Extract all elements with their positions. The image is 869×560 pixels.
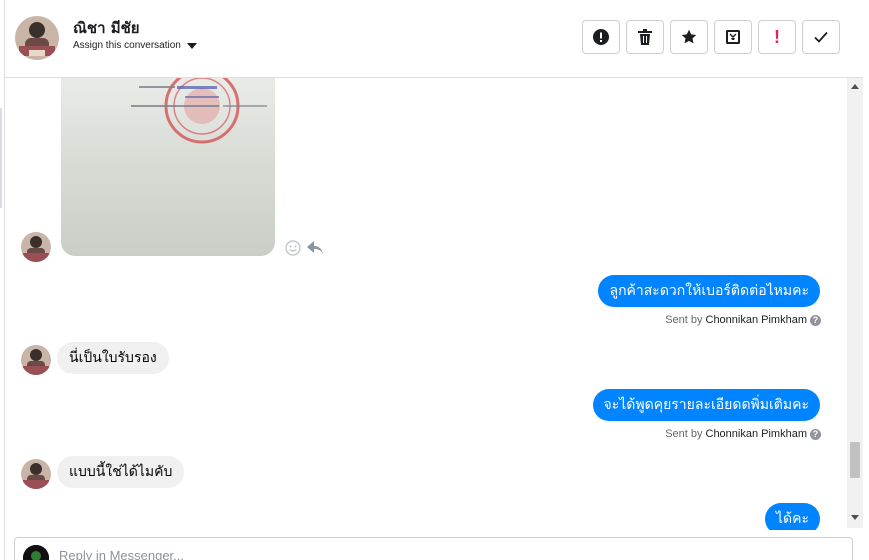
- rail-divider: [0, 108, 2, 208]
- emoji-reaction-icon[interactable]: [285, 240, 301, 256]
- message-thread: ลูกค้าสะดวกให้เบอร์ติดต่อไหมคะ Sent by C…: [5, 78, 847, 530]
- scroll-up-icon[interactable]: [851, 84, 859, 89]
- delete-button[interactable]: [626, 20, 664, 54]
- star-icon: [681, 29, 697, 44]
- contact-name: ณิชา มีชัย: [73, 19, 140, 37]
- assign-conversation-dropdown[interactable]: Assign this conversation: [73, 40, 197, 51]
- alert-circle-icon: [593, 29, 609, 45]
- incoming-message: แบบนี้ใช่ได้ไมคับ: [57, 456, 185, 488]
- star-button[interactable]: [670, 20, 708, 54]
- help-icon[interactable]: ?: [810, 314, 821, 326]
- image-attachment[interactable]: [61, 78, 275, 256]
- contact-avatar-small[interactable]: [21, 345, 51, 375]
- conversation-toolbar: !: [582, 20, 840, 54]
- incoming-message: นี่เป็นใบรับรอง: [57, 342, 169, 374]
- sent-by-label: Sent by: [665, 314, 703, 326]
- agent-name[interactable]: Chonnikan Pimkham: [706, 314, 808, 326]
- sent-by-line: Sent by Chonnikan Pimkham ?: [665, 428, 821, 440]
- reply-input[interactable]: [59, 548, 759, 560]
- outgoing-message: ลูกค้าสะดวกให้เบอร์ติดต่อไหมคะ: [598, 275, 820, 307]
- message-actions: [285, 240, 323, 256]
- outgoing-message: ได้คะ: [764, 503, 820, 530]
- follow-up-button[interactable]: !: [758, 20, 796, 54]
- mark-done-button[interactable]: [802, 20, 840, 54]
- outgoing-message: จะได้พูดคุยรายละเอียดดพิ่มเติมคะ: [592, 389, 820, 421]
- contact-avatar[interactable]: [15, 16, 59, 60]
- chevron-down-icon: [186, 42, 197, 49]
- contact-avatar-small[interactable]: [21, 232, 51, 262]
- sent-by-line: Sent by Chonnikan Pimkham ?: [665, 314, 821, 326]
- reply-composer: [14, 537, 853, 560]
- assign-label: Assign this conversation: [73, 40, 181, 51]
- help-icon[interactable]: ?: [810, 428, 821, 440]
- reply-icon[interactable]: [307, 241, 323, 255]
- agent-name[interactable]: Chonnikan Pimkham: [706, 428, 808, 440]
- sent-by-label: Sent by: [665, 428, 703, 440]
- scroll-down-icon[interactable]: [851, 515, 859, 520]
- thread-scrollbar[interactable]: [847, 78, 863, 528]
- contact-avatar-small[interactable]: [21, 459, 51, 489]
- scroll-thumb[interactable]: [850, 442, 860, 478]
- conversation-header: ณิชา มีชัย Assign this conversation !: [5, 0, 863, 78]
- exclamation-icon: !: [774, 27, 780, 47]
- trash-icon: [638, 29, 652, 45]
- check-icon: [814, 31, 828, 43]
- page-avatar: [23, 545, 49, 560]
- inbox-icon: [726, 30, 740, 44]
- archive-button[interactable]: [714, 20, 752, 54]
- mark-spam-button[interactable]: [582, 20, 620, 54]
